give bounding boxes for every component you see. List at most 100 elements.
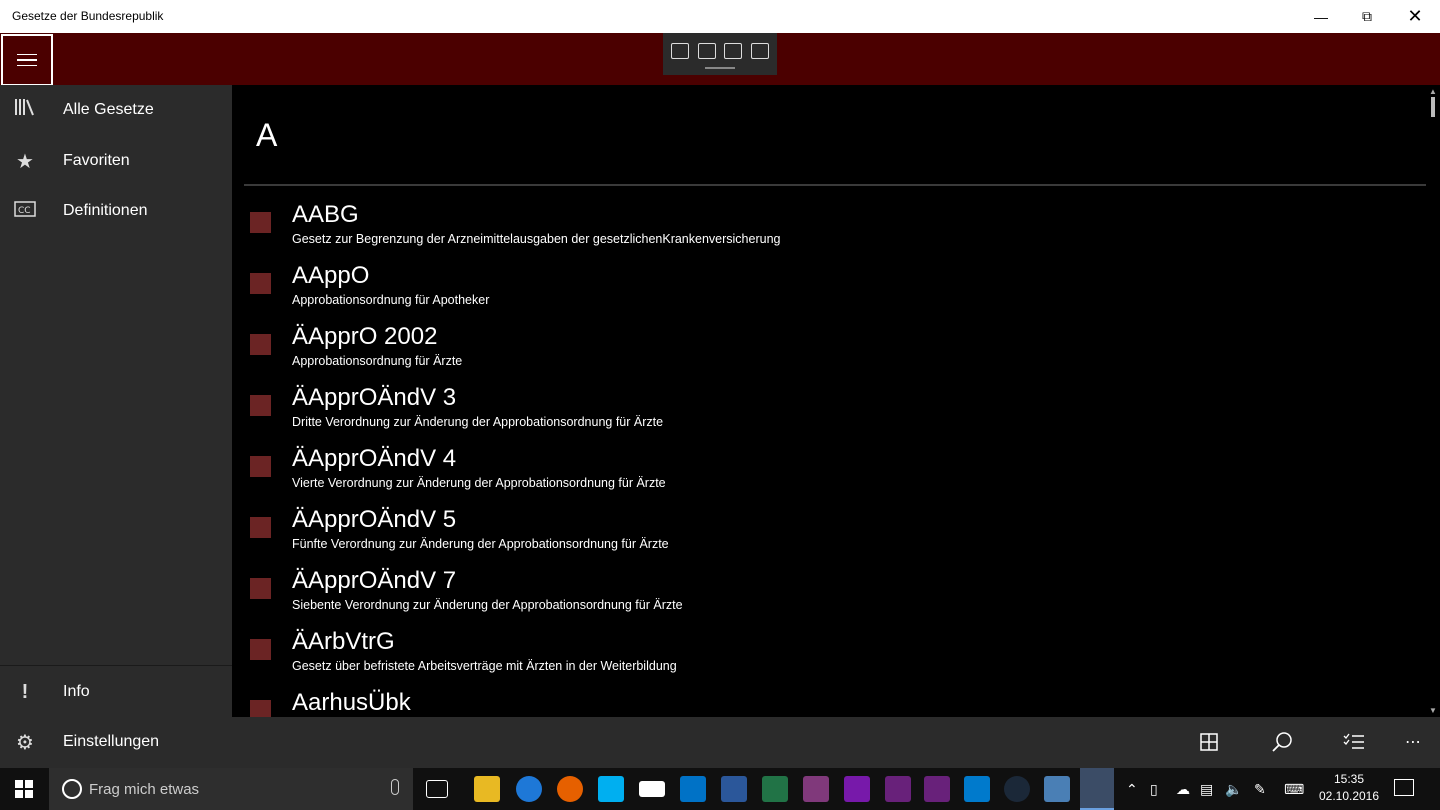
excel-icon[interactable] (762, 776, 788, 802)
close-button[interactable]: ✕ (1392, 0, 1438, 33)
item-title: ÄArbVtrG (292, 628, 395, 655)
clock-time: 15:35 (1333, 772, 1365, 786)
skype-icon[interactable] (598, 776, 624, 802)
item-color-square (250, 334, 271, 355)
item-title: AABG (292, 201, 359, 228)
item-color-square (250, 517, 271, 538)
toolbar-grip[interactable] (705, 67, 735, 69)
volume-icon[interactable]: 🔈 (1225, 768, 1242, 810)
network-icon[interactable]: ▤ (1200, 768, 1213, 810)
sidebar-item-label: Favoriten (63, 152, 130, 169)
item-subtitle: Gesetz zur Begrenzung der Arzneimittelau… (292, 232, 781, 246)
action-center-icon[interactable] (1394, 779, 1414, 796)
list-item[interactable]: AarhusÜbk (250, 685, 1420, 717)
screenshot-tool-icon[interactable] (750, 43, 769, 59)
item-subtitle: Approbationsordnung für Apotheker (292, 293, 490, 307)
closed-caption-icon: CC (14, 200, 36, 223)
start-button[interactable] (0, 768, 48, 810)
item-color-square (250, 212, 271, 233)
onenote-2016-icon[interactable] (844, 776, 870, 802)
pointer-tool-icon[interactable] (697, 43, 716, 59)
keyboard-icon[interactable]: ⌨ (1284, 768, 1304, 810)
sidebar-item-label: Alle Gesetze (63, 101, 154, 118)
sidebar-item-favoriten[interactable]: ★ Favoriten (0, 136, 232, 186)
list-item[interactable]: ÄApprOÄndV 5 Fünfte Verordnung zur Änderu… (250, 502, 1420, 563)
clock-date: 02.10.2016 (1318, 789, 1380, 803)
item-title: AarhusÜbk (292, 689, 411, 716)
active-app-icon[interactable] (1080, 768, 1114, 810)
group-header[interactable]: A (256, 117, 277, 154)
scroll-up-icon[interactable]: ▲ (1429, 87, 1437, 96)
sidebar-item-label: Einstellungen (63, 733, 160, 750)
word-icon[interactable] (721, 776, 747, 802)
list-item[interactable]: AABG Gesetz zur Begrenzung der Arzneimitt… (250, 197, 1420, 258)
list-item[interactable]: ÄApprOÄndV 3 Dritte Verordnung zur Änderu… (250, 380, 1420, 441)
gear-icon: ⚙ (16, 731, 34, 754)
taskbar: Frag mich etwas ⌃ ▯ ☁ ▤ 🔈 ✎ ⌨ 15:35 02.1… (0, 768, 1440, 810)
cortana-icon (62, 779, 82, 799)
usb-icon[interactable]: ▯ (1150, 768, 1158, 810)
item-color-square (250, 456, 271, 477)
checklist-icon (1343, 733, 1364, 749)
list-item[interactable]: ÄApprO 2002 Approbationsordnung für Ärzte (250, 319, 1420, 380)
item-color-square (250, 395, 271, 416)
item-title: ÄApprOÄndV 3 (292, 384, 457, 411)
sidebar-item-alle-gesetze[interactable]: Alle Gesetze (0, 85, 232, 135)
exclamation-icon: ! (21, 680, 29, 703)
list-item[interactable]: AAppO Approbationsordnung für Apotheker (250, 258, 1420, 319)
library-icon (14, 97, 36, 123)
item-title: ÄApprOÄndV 4 (292, 445, 457, 472)
windows-logo-icon (15, 780, 33, 798)
cortana-search-box[interactable]: Frag mich etwas (49, 768, 413, 810)
list-item[interactable]: ÄApprOÄndV 7 Siebente Verordnung zur Ände… (250, 563, 1420, 624)
vertical-scrollbar[interactable]: ▲ ▼ (1426, 85, 1440, 717)
multi-select-button[interactable] (1334, 727, 1374, 757)
scroll-thumb[interactable] (1431, 97, 1435, 117)
sidebar-divider (0, 665, 232, 666)
item-subtitle: Vierte Verordnung zur Änderung der Appro… (292, 476, 666, 490)
item-color-square (250, 578, 271, 599)
search-icon (1272, 732, 1292, 752)
microphone-icon[interactable] (391, 779, 399, 795)
restore-button[interactable]: ⧉ (1344, 0, 1390, 33)
visual-studio-blend-icon[interactable] (924, 776, 950, 802)
list-item[interactable]: ÄArbVtrG Gesetz über befristete Arbeitsve… (250, 624, 1420, 685)
edge-icon[interactable] (516, 776, 542, 802)
sidebar-item-info[interactable]: ! Info (0, 667, 232, 717)
firefox-icon[interactable] (557, 776, 583, 802)
sidebar: Alle Gesetze ★ Favoriten CC Definitionen… (0, 85, 232, 768)
item-title: ÄApprO 2002 (292, 323, 438, 350)
list-item[interactable]: ÄApprOÄndV 4 Vierte Verordnung zur Änderu… (250, 441, 1420, 502)
scroll-down-icon[interactable]: ▼ (1429, 706, 1437, 715)
search-button[interactable] (1262, 727, 1302, 757)
more-options-button[interactable]: ⋯ (1394, 727, 1434, 757)
star-icon: ★ (16, 150, 34, 173)
sidebar-item-definitionen[interactable]: CC Definitionen (0, 186, 232, 236)
frame-tool-icon[interactable] (724, 43, 743, 59)
visual-studio-icon[interactable] (885, 776, 911, 802)
clock[interactable]: 15:35 02.10.2016 (1316, 771, 1382, 805)
vs-code-icon[interactable] (964, 776, 990, 802)
sidebar-item-label: Info (63, 683, 90, 700)
remote-desktop-icon[interactable] (1044, 776, 1070, 802)
item-subtitle: Fünfte Verordnung zur Änderung der Appro… (292, 537, 669, 551)
steam-icon[interactable] (1004, 776, 1030, 802)
show-hidden-icons-button[interactable]: ⌃ (1126, 768, 1138, 810)
minimize-button[interactable]: — (1298, 0, 1344, 33)
task-view-icon[interactable] (426, 780, 448, 798)
onedrive-icon[interactable]: ☁ (1176, 768, 1190, 810)
hamburger-menu-button[interactable] (1, 34, 53, 86)
outlook-icon[interactable] (680, 776, 706, 802)
file-explorer-icon[interactable] (474, 776, 500, 802)
onenote-icon[interactable] (803, 776, 829, 802)
item-title: ÄApprOÄndV 7 (292, 567, 457, 594)
group-header-divider (244, 184, 1427, 186)
select-tool-icon[interactable] (671, 43, 690, 59)
law-list-panel: A AABG Gesetz zur Begrenzung der Arzneimi… (232, 85, 1440, 717)
grid-view-button[interactable] (1189, 727, 1229, 757)
mail-icon[interactable] (639, 781, 665, 797)
sidebar-item-einstellungen[interactable]: ⚙ Einstellungen (0, 717, 232, 767)
sidebar-item-label: Definitionen (63, 202, 148, 219)
pen-icon[interactable]: ✎ (1254, 768, 1266, 810)
command-bar: ⋯ (232, 717, 1440, 768)
